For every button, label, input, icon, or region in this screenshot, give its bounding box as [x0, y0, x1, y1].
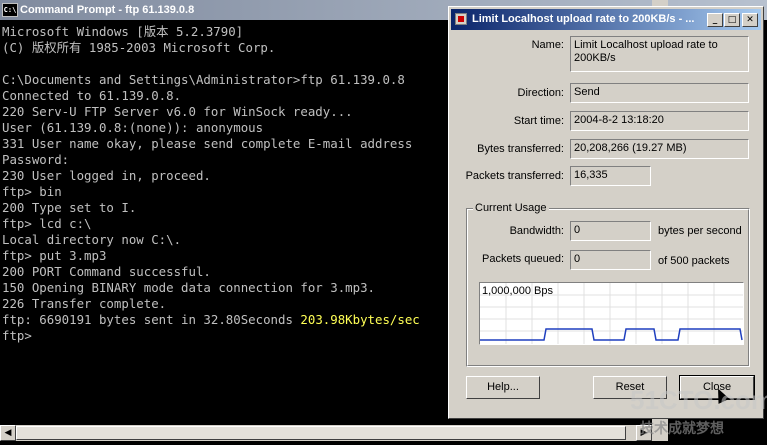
console-line: Local directory now C:\.: [2, 232, 447, 248]
scroll-thumb[interactable]: [16, 426, 626, 440]
name-label: Name:: [531, 39, 564, 51]
console-line-text: User (61.139.0.8:(none)): anonymous: [2, 120, 264, 135]
bandwidth-label: Bandwidth:: [509, 225, 564, 237]
console-line-text: ftp: 6690191 bytes sent in 32.80Seconds: [2, 312, 301, 327]
console-line-text: 230 User logged in, proceed.: [2, 168, 211, 183]
console-line: 331 User name okay, please send complete…: [2, 136, 447, 152]
start-time-label: Start time:: [513, 115, 564, 127]
bytes-transferred-field[interactable]: 20,208,266 (19.27 MB): [570, 139, 749, 159]
console-line: 226 Transfer complete.: [2, 296, 447, 312]
dialog-title: Limit Localhost upload rate to 200KB/s -…: [472, 13, 695, 25]
cmd-icon: C:\: [2, 3, 18, 17]
console-line: ftp: 6690191 bytes sent in 32.80Seconds …: [2, 312, 447, 328]
console-line-text: Microsoft Windows [版本 5.2.3790]: [2, 24, 244, 39]
graph-scale-label: 1,000,000 Bps: [482, 285, 553, 297]
horizontal-scrollbar[interactable]: ◀ ▶: [0, 425, 652, 441]
name-field[interactable]: Limit Localhost upload rate to 200KB/s: [570, 36, 749, 72]
console-line: ftp>: [2, 328, 447, 344]
rule-icon: [455, 13, 467, 25]
console-line: C:\Documents and Settings\Administrator>…: [2, 72, 447, 88]
packets-transferred-field[interactable]: 16,335: [570, 166, 651, 186]
console-line: Password:: [2, 152, 447, 168]
console-line-text: Password:: [2, 152, 70, 167]
scroll-left-arrow-icon[interactable]: ◀: [0, 425, 16, 441]
close-icon[interactable]: ✕: [742, 13, 758, 27]
console-line-text: ftp>: [2, 328, 32, 343]
maximize-button[interactable]: □: [724, 13, 740, 27]
dialog-titlebar[interactable]: Limit Localhost upload rate to 200KB/s -…: [451, 9, 761, 30]
packets-transferred-label: Packets transferred:: [465, 170, 564, 182]
console-highlight-text: 203.98Kbytes/sec: [300, 312, 420, 327]
console-line: (C) 版权所有 1985-2003 Microsoft Corp.: [2, 40, 447, 56]
console-line: 220 Serv-U FTP Server v6.0 for WinSock r…: [2, 104, 447, 120]
console-output[interactable]: Microsoft Windows [版本 5.2.3790] (C) 版权所有 …: [2, 24, 447, 344]
console-line-text: 331 User name okay, please send complete…: [2, 136, 413, 151]
console-line-text: Connected to 61.139.0.8.: [2, 88, 182, 103]
console-line-text: C:\Documents and Settings\Administrator>…: [2, 72, 405, 87]
console-line: ftp> bin: [2, 184, 447, 200]
direction-field[interactable]: Send: [570, 83, 749, 103]
packets-queued-label: Packets queued:: [482, 253, 564, 265]
console-line: 230 User logged in, proceed.: [2, 168, 447, 184]
bytes-transferred-label: Bytes transferred:: [477, 143, 564, 155]
console-line-text: 220 Serv-U FTP Server v6.0 for WinSock r…: [2, 104, 353, 119]
console-line-text: 226 Transfer complete.: [2, 296, 167, 311]
console-line: User (61.139.0.8:(none)): anonymous: [2, 120, 447, 136]
console-line-text: (C) 版权所有 1985-2003 Microsoft Corp.: [2, 40, 276, 55]
minimize-button[interactable]: _: [707, 13, 723, 27]
console-line-text: 200 PORT Command successful.: [2, 264, 211, 279]
console-line-text: 200 Type set to I.: [2, 200, 137, 215]
console-line-text: ftp> put 3.mp3: [2, 248, 107, 263]
console-line: 150 Opening BINARY mode data connection …: [2, 280, 447, 296]
help-button[interactable]: Help...: [466, 376, 540, 399]
watermark-brand: 51CTO.com: [630, 385, 767, 415]
console-line-text: 150 Opening BINARY mode data connection …: [2, 280, 375, 295]
bandwidth-unit: bytes per second: [658, 225, 742, 237]
packets-queued-unit: of 500 packets: [658, 255, 730, 267]
console-line: Microsoft Windows [版本 5.2.3790]: [2, 24, 447, 40]
direction-label: Direction:: [517, 87, 564, 99]
rule-properties-dialog: Limit Localhost upload rate to 200KB/s -…: [448, 6, 764, 419]
start-time-field[interactable]: 2004-8-2 13:18:20: [570, 111, 749, 131]
console-line-text: Local directory now C:\.: [2, 232, 182, 247]
watermark-slogan: 技术成就梦想: [640, 421, 724, 437]
console-line: 200 PORT Command successful.: [2, 264, 447, 280]
console-line: ftp> lcd c:\: [2, 216, 447, 232]
usage-graph: 1,000,000 Bps: [479, 282, 744, 345]
packets-queued-field[interactable]: 0: [570, 250, 651, 270]
console-line: Connected to 61.139.0.8.: [2, 88, 447, 104]
current-usage-title: Current Usage: [473, 202, 549, 215]
console-line-text: ftp> lcd c:\: [2, 216, 92, 231]
console-line-text: ftp> bin: [2, 184, 62, 199]
console-line: 200 Type set to I.: [2, 200, 447, 216]
bandwidth-field[interactable]: 0: [570, 221, 651, 241]
cmd-title: Command Prompt - ftp 61.139.0.8: [20, 4, 195, 16]
console-line: ftp> put 3.mp3: [2, 248, 447, 264]
